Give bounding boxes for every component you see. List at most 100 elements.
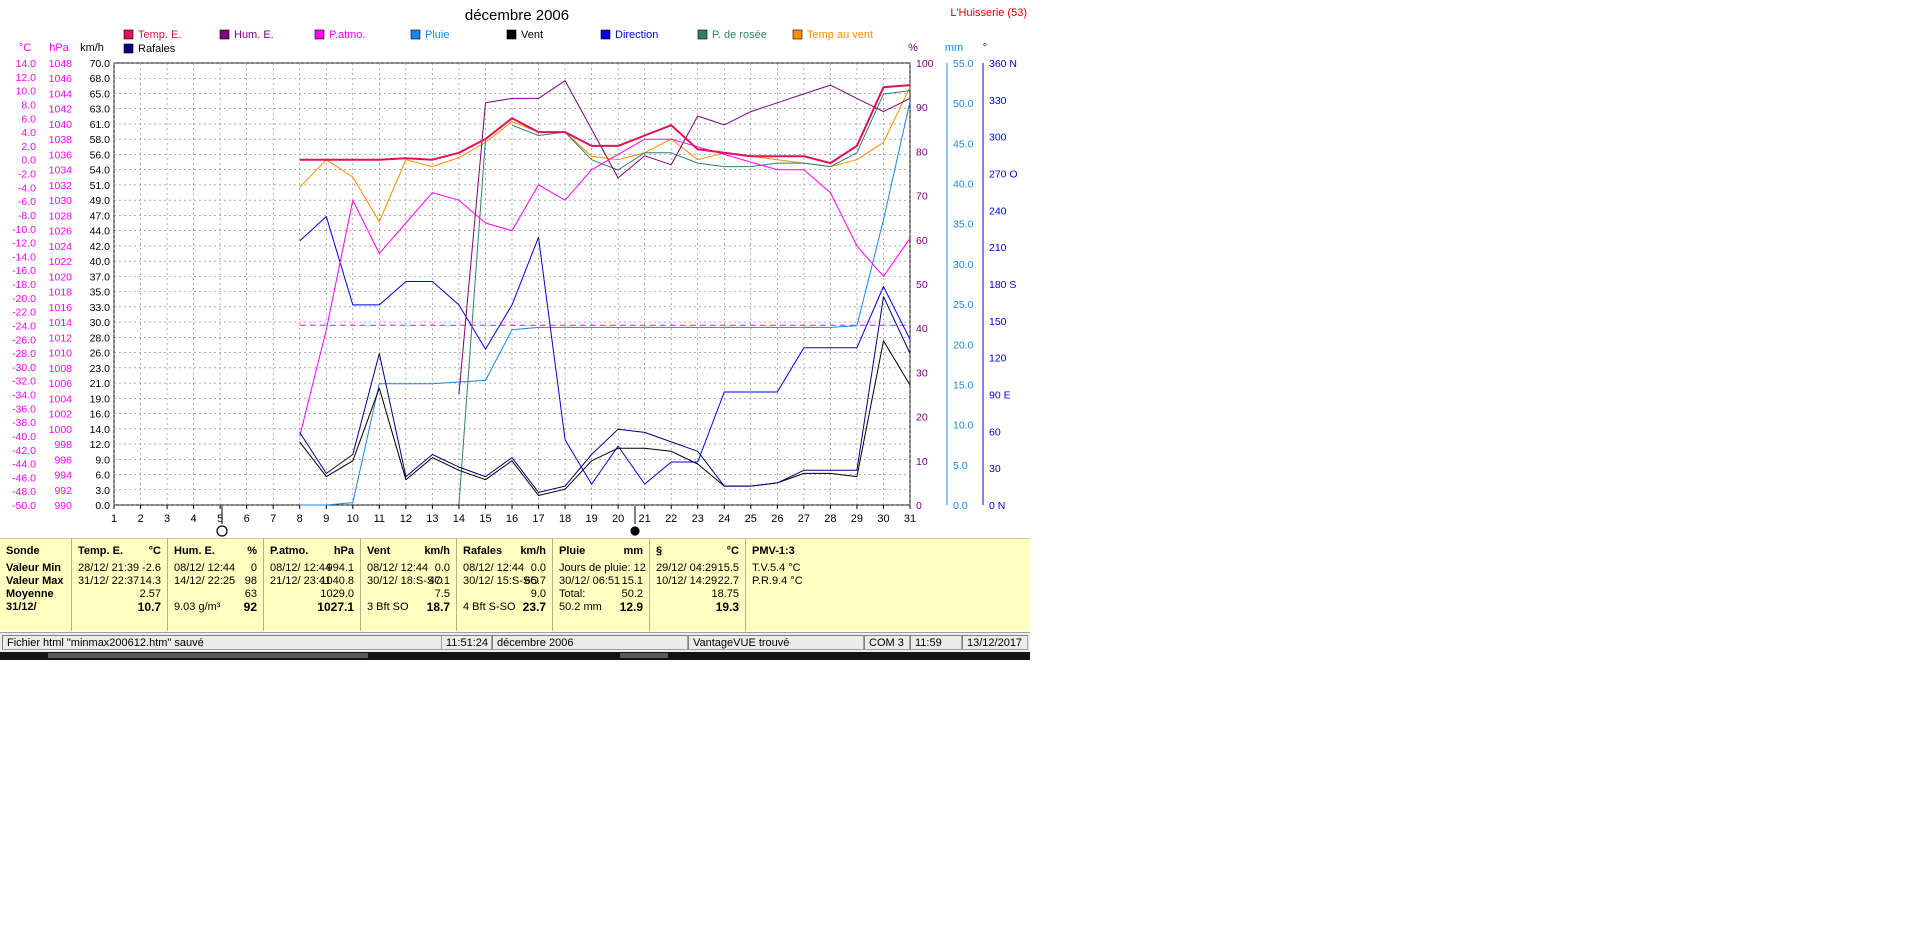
x-tick-label: 15 xyxy=(479,513,491,525)
x-tick-label: 22 xyxy=(665,513,677,525)
status-port: COM 3 xyxy=(864,635,910,650)
stats-header: Temp. E. xyxy=(78,545,124,557)
x-tick-label: 21 xyxy=(639,513,651,525)
stats-cell-left: 50.2 mm xyxy=(559,601,602,613)
patm-axis-tick-label: 1024 xyxy=(49,241,73,253)
stats-unit: °C xyxy=(148,545,161,557)
x-axis: 1 2 3 4 5 6 7 8 9 10 11 12 13 14 15 16 17 18 19 20 21 22 23 24 2… xyxy=(111,505,916,525)
stats-header-row: Hum. E.% xyxy=(168,543,263,559)
patm-axis-tick-label: 1022 xyxy=(49,256,73,268)
dir-axis-tick-label: 330 xyxy=(989,95,1007,107)
wind-axis-tick-label: 3.0 xyxy=(95,485,110,497)
weather-app: décembre 2006 L'Huisserie (53) Temp. E. H… xyxy=(0,0,1030,660)
x-tick-label: 6 xyxy=(244,513,250,525)
hum-axis-tick-label: 90 xyxy=(916,102,928,114)
patm-axis-tick-label: 1012 xyxy=(49,332,73,344)
x-tick-label: 19 xyxy=(585,513,597,525)
temp-axis-tick-label: 6.0 xyxy=(21,113,36,125)
temp-axis-tick-label: -6.0 xyxy=(18,196,36,208)
stats-column-patm: P.atmo. hPa 08/12/ 12:44 994.1 21/12/ 23:41 1… xyxy=(264,539,361,631)
rain-axis-tick-label: 30.0 xyxy=(953,259,974,271)
x-tick-label: 2 xyxy=(137,513,143,525)
stats-cell-left: 4 Bft S-SO xyxy=(463,601,516,613)
wind-axis-tick-label: 70.0 xyxy=(90,58,111,70)
temp-axis-tick-label: -48.0 xyxy=(12,486,36,498)
patm-axis-tick-label: 1018 xyxy=(49,287,73,299)
dir-axis-tick-label: 120 xyxy=(989,353,1007,365)
temp-axis-tick-label: -36.0 xyxy=(12,403,36,415)
wind-axis-tick-label: 0.0 xyxy=(95,500,110,512)
dir-axis-tick-label: 270 O xyxy=(989,169,1018,181)
temp-axis-tick-label: -4.0 xyxy=(18,182,36,194)
patm-axis-tick-label: 1048 xyxy=(49,58,73,70)
wind-axis-tick-label: 9.0 xyxy=(95,454,110,466)
taskbar-button[interactable] xyxy=(620,653,668,658)
legend-label-rain: Pluie xyxy=(425,29,449,41)
wind-axis-tick-label: 58.0 xyxy=(90,134,111,146)
rain-axis-tick-label: 55.0 xyxy=(953,58,974,70)
patm-axis-tick-label: 1008 xyxy=(49,363,73,375)
weather-chart: décembre 2006 L'Huisserie (53) Temp. E. H… xyxy=(12,7,1027,537)
wind-axis-tick-label: 61.0 xyxy=(90,119,111,131)
legend-swatch-rain xyxy=(410,29,421,40)
x-tick-label: 11 xyxy=(374,513,385,525)
x-tick-label: 20 xyxy=(612,513,624,525)
patm-axis-tick-label: 1046 xyxy=(49,73,73,85)
x-tick-label: 25 xyxy=(745,513,757,525)
stats-header-row: Rafales km/h xyxy=(457,543,552,559)
axis-unit-temp: °C xyxy=(19,42,31,54)
patm-axis-tick-label: 1038 xyxy=(49,134,73,146)
rain-axis-tick-label: 35.0 xyxy=(953,219,974,231)
hum-axis-tick-label: 70 xyxy=(916,191,928,203)
stats-column-temp: Temp. E. °C 28/12/ 21:39 -2.6 31/12/ 22:37 14… xyxy=(72,539,168,631)
dir-axis-tick-label: 0 N xyxy=(989,500,1005,512)
dir-axis-tick-label: 150 xyxy=(989,316,1007,328)
stats-row: 3 Bft SO 18.7 xyxy=(361,599,456,615)
full-moon-icon xyxy=(216,525,228,537)
dir-axis-tick-label: 360 N xyxy=(989,58,1017,70)
x-tick-label: 1 xyxy=(111,513,117,525)
temp-axis-tick-label: 14.0 xyxy=(16,58,37,70)
x-tick-label: 31 xyxy=(904,513,916,525)
x-tick-label: 24 xyxy=(718,513,730,525)
stats-row: 10.7 xyxy=(72,599,167,615)
stats-header: Vent xyxy=(367,545,391,557)
stats-header-row: Sonde xyxy=(0,543,71,559)
stats-column-pmv: PMV-1:3 T.V.5.4 °C P.R.9.4 °C xyxy=(746,539,834,631)
patm-axis-tick-label: 1042 xyxy=(49,104,73,116)
status-bar: Fichier html "minmax200612.htm" sauvé 11… xyxy=(0,632,1030,653)
taskbar-button[interactable] xyxy=(48,653,368,658)
hum-axis-tick-label: 30 xyxy=(916,367,928,379)
rain-axis-tick-label: 5.0 xyxy=(953,460,968,472)
stats-header-row: PMV-1:3 xyxy=(746,543,834,559)
legend-swatch-chill xyxy=(792,29,803,40)
x-tick-label: 30 xyxy=(877,513,889,525)
x-tick-label: 17 xyxy=(532,513,544,525)
temp-axis-tick-label: 10.0 xyxy=(16,86,37,98)
axis-unit-hum: % xyxy=(908,42,918,54)
stats-column-sonde: Sonde Valeur Min Valeur Max Moyenne 31/12/ xyxy=(0,539,72,631)
patm-axis-tick-label: 992 xyxy=(54,485,72,497)
dir-axis-tick-label: 210 xyxy=(989,242,1007,254)
temp-axis-tick-label: 2.0 xyxy=(21,141,36,153)
temp-axis-tick-label: -12.0 xyxy=(12,238,36,250)
patm-axis-tick-label: 1010 xyxy=(49,348,73,360)
wind-axis-tick-label: 68.0 xyxy=(90,73,111,85)
wind-axis-tick-label: 49.0 xyxy=(90,195,111,207)
legend-swatch-hum xyxy=(219,29,230,40)
legend-label-dew: P. de rosée xyxy=(712,29,767,41)
status-time: 11:51:24 xyxy=(442,635,492,650)
patm-axis-tick-label: 1036 xyxy=(49,149,73,161)
status-file: Fichier html "minmax200612.htm" sauvé xyxy=(2,635,442,650)
stats-column-vent: Vent km/h 08/12/ 12:44 0.0 30/12/ 18:S-SO 47.… xyxy=(361,539,457,631)
legend-swatch-temp xyxy=(123,29,134,40)
temp-axis-tick-label: 8.0 xyxy=(21,99,36,111)
wind-axis-tick-label: 54.0 xyxy=(90,165,111,177)
stats-column-hum: Hum. E.% 08/12/ 12:44 0 14/12/ 22:25 98 63 9.0… xyxy=(168,539,264,631)
stats-header-row: Vent km/h xyxy=(361,543,456,559)
temp-axis-tick-label: -38.0 xyxy=(12,417,36,429)
wind-axis-tick-label: 33.0 xyxy=(90,302,111,314)
status-date: 13/12/2017 xyxy=(962,635,1028,650)
legend-label-chill: Temp au vent xyxy=(807,29,873,41)
temp-axis-tick-label: -50.0 xyxy=(12,500,36,512)
